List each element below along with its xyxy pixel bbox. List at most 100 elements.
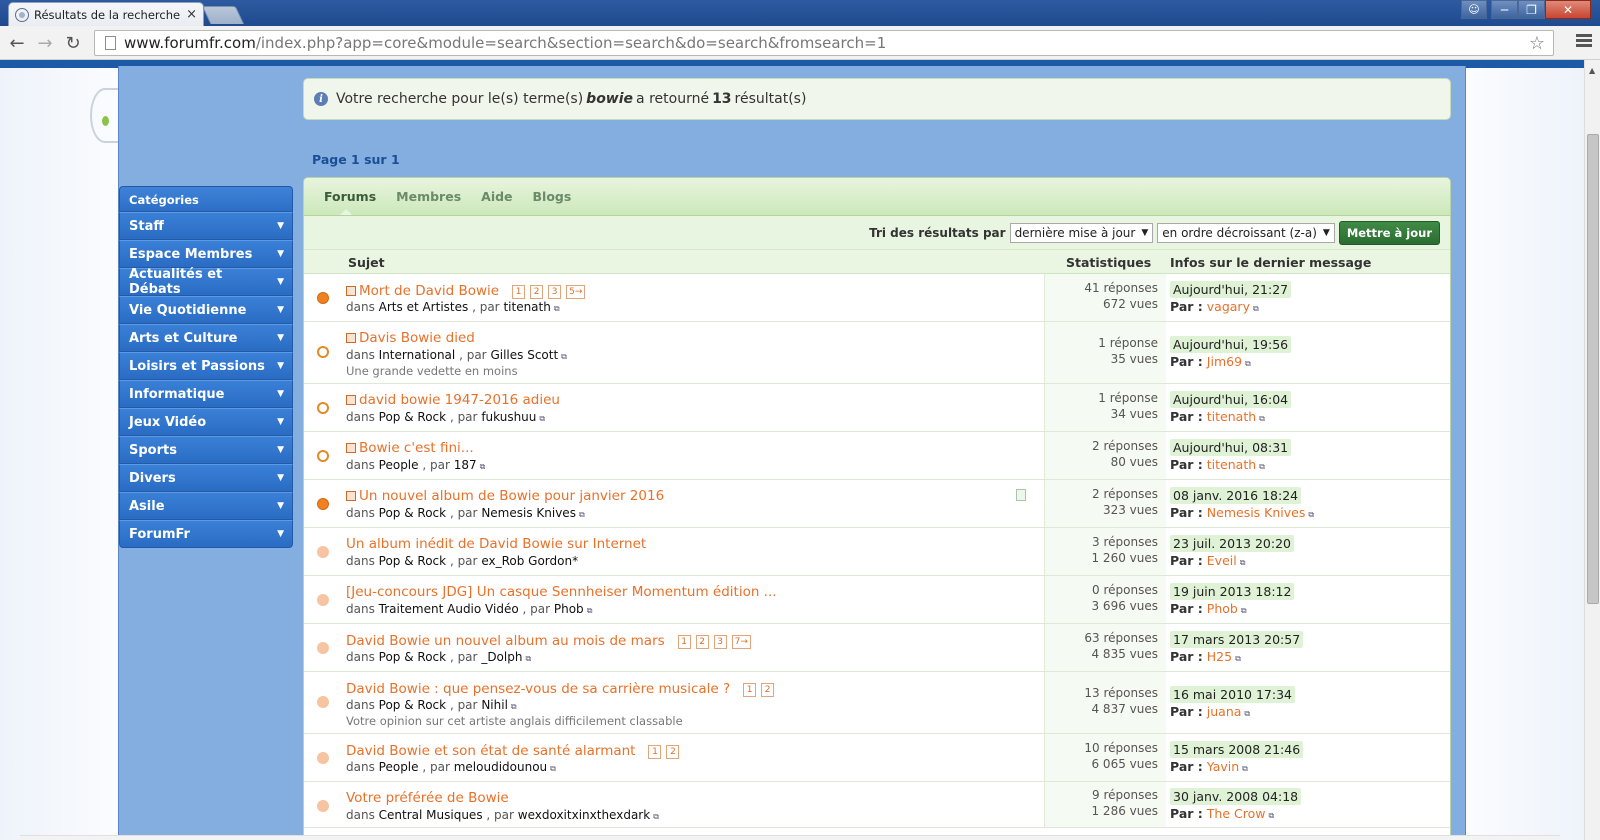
close-window-icon[interactable]: ✕ xyxy=(1545,0,1591,19)
bookmark-star-icon[interactable]: ☆ xyxy=(1529,33,1545,54)
forum-link[interactable]: Pop & Rock xyxy=(379,650,446,664)
profile-card-icon[interactable]: ⧉ xyxy=(480,462,486,471)
topic-link[interactable]: David Bowie et son état de santé alarman… xyxy=(346,743,635,759)
profile-card-icon[interactable]: ⧉ xyxy=(1268,811,1274,820)
profile-card-icon[interactable]: ⧉ xyxy=(539,414,545,423)
profile-card-icon[interactable]: ⧉ xyxy=(550,764,556,773)
sidebar-item-staff[interactable]: Staff ▼ xyxy=(119,212,293,240)
sidebar-item-forumfr[interactable]: ForumFr ▼ xyxy=(119,520,293,548)
forum-link[interactable]: People xyxy=(379,760,419,774)
page-link[interactable]: 2 xyxy=(761,683,775,697)
profile-card-icon[interactable]: ⧉ xyxy=(1259,414,1265,423)
topic-link[interactable]: Mort de David Bowie xyxy=(359,283,499,299)
restore-icon[interactable]: ❐ xyxy=(1518,0,1545,19)
forward-arrow-icon[interactable]: → xyxy=(34,32,56,54)
last-poster-link[interactable]: The Crow xyxy=(1207,806,1266,821)
topic-link[interactable]: David Bowie un nouvel album au mois de m… xyxy=(346,633,665,649)
back-arrow-icon[interactable]: ← xyxy=(6,32,28,54)
page-link[interactable]: 3 xyxy=(548,285,562,299)
author-link[interactable]: Gilles Scott xyxy=(490,348,558,362)
author-link[interactable]: wexdoxitxinxthexdark xyxy=(518,808,650,822)
profile-card-icon[interactable]: ⧉ xyxy=(554,304,560,313)
attachment-icon[interactable] xyxy=(1016,489,1026,501)
last-poster-link[interactable]: Eveil xyxy=(1207,553,1237,568)
horizontal-scrollbar[interactable] xyxy=(20,835,1560,840)
profile-card-icon[interactable]: ⧉ xyxy=(1241,606,1247,615)
profile-card-icon[interactable]: ⧉ xyxy=(525,654,531,663)
sidebar-item-arts-et-culture[interactable]: Arts et Culture ▼ xyxy=(119,324,293,352)
profile-card-icon[interactable]: ⧉ xyxy=(511,702,517,711)
browser-tab[interactable]: Résultats de la recherche - × xyxy=(8,2,204,26)
scrollbar-thumb[interactable] xyxy=(1587,134,1599,604)
forum-link[interactable]: Central Musiques xyxy=(379,808,483,822)
last-poster-link[interactable]: H25 xyxy=(1207,649,1232,664)
profile-card-icon[interactable]: ⧉ xyxy=(1242,764,1248,773)
topic-link[interactable]: Votre préférée de Bowie xyxy=(346,790,509,806)
forum-link[interactable]: Traitement Audio Vidéo xyxy=(379,602,519,616)
profile-card-icon[interactable]: ⧉ xyxy=(579,510,585,519)
site-logo[interactable] xyxy=(90,88,120,143)
sidebar-item-vie-quotidienne[interactable]: Vie Quotidienne ▼ xyxy=(119,296,293,324)
sort-order-select[interactable]: en ordre décroissant (z-a) ▼ xyxy=(1157,222,1335,243)
page-link[interactable]: 3 xyxy=(713,635,727,649)
profile-card-icon[interactable]: ⧉ xyxy=(653,812,659,821)
profile-card-icon[interactable]: ⧉ xyxy=(561,352,567,361)
address-bar[interactable]: www.forumfr.com/index.php?app=core&modul… xyxy=(94,30,1554,56)
page-link[interactable]: 5→ xyxy=(566,285,586,299)
page-link[interactable]: 1 xyxy=(648,745,662,759)
page-link[interactable]: 1 xyxy=(677,635,691,649)
vertical-scrollbar[interactable]: ▲ xyxy=(1584,60,1600,840)
last-poster-link[interactable]: juana xyxy=(1207,704,1242,719)
topic-link[interactable]: Un nouvel album de Bowie pour janvier 20… xyxy=(359,488,664,504)
last-poster-link[interactable]: Jim69 xyxy=(1207,354,1242,369)
page-link[interactable]: 7→ xyxy=(731,635,751,649)
sidebar-item-asile[interactable]: Asile ▼ xyxy=(119,492,293,520)
last-poster-link[interactable]: Nemesis Knives xyxy=(1207,505,1306,520)
forum-link[interactable]: Pop & Rock xyxy=(379,554,446,568)
sidebar-item-jeux-vid-o[interactable]: Jeux Vidéo ▼ xyxy=(119,408,293,436)
reload-icon[interactable]: ↻ xyxy=(62,32,84,54)
page-link[interactable]: 2 xyxy=(530,285,544,299)
tab-blogs[interactable]: Blogs xyxy=(533,189,572,204)
sort-field-select[interactable]: dernière mise à jour ▼ xyxy=(1009,222,1154,243)
sidebar-item-sports[interactable]: Sports ▼ xyxy=(119,436,293,464)
forum-link[interactable]: People xyxy=(379,458,419,472)
forum-link[interactable]: International xyxy=(379,348,456,362)
update-button[interactable]: Mettre à jour xyxy=(1338,220,1440,245)
topic-link[interactable]: Bowie c'est fini... xyxy=(359,440,474,456)
forum-link[interactable]: Pop & Rock xyxy=(379,410,446,424)
tab-aide[interactable]: Aide xyxy=(481,189,512,204)
author-link[interactable]: Nemesis Knives xyxy=(481,506,576,520)
author-link[interactable]: Nihil xyxy=(481,698,508,712)
author-link[interactable]: ex_Rob Gordon* xyxy=(481,554,578,568)
profile-card-icon[interactable]: ⧉ xyxy=(587,606,593,615)
page-link[interactable]: 1 xyxy=(512,285,526,299)
author-link[interactable]: titenath xyxy=(503,300,550,314)
forum-link[interactable]: Pop & Rock xyxy=(379,506,446,520)
page-link[interactable]: 1 xyxy=(743,683,757,697)
last-poster-link[interactable]: vagary xyxy=(1207,299,1250,314)
topic-link[interactable]: Un album inédit de David Bowie sur Inter… xyxy=(346,536,646,552)
forum-link[interactable]: Arts et Artistes xyxy=(379,300,469,314)
page-link[interactable]: 2 xyxy=(695,635,709,649)
minimize-icon[interactable]: ─ xyxy=(1491,0,1518,19)
sidebar-item-loisirs-et-passions[interactable]: Loisirs et Passions ▼ xyxy=(119,352,293,380)
topic-link[interactable]: david bowie 1947-2016 adieu xyxy=(359,392,560,408)
topic-link[interactable]: David Bowie : que pensez-vous de sa carr… xyxy=(346,681,730,697)
close-tab-icon[interactable]: × xyxy=(186,7,197,22)
profile-card-icon[interactable]: ⧉ xyxy=(1240,558,1246,567)
last-poster-link[interactable]: Phob xyxy=(1207,601,1238,616)
profile-card-icon[interactable]: ⧉ xyxy=(1253,304,1259,313)
author-link[interactable]: meloudidounou xyxy=(454,760,547,774)
sidebar-item-informatique[interactable]: Informatique ▼ xyxy=(119,380,293,408)
sidebar-item-actualit-s-et-d-bats[interactable]: Actualités et Débats ▼ xyxy=(119,267,293,297)
author-link[interactable]: Phob xyxy=(554,602,584,616)
sidebar-item-divers[interactable]: Divers ▼ xyxy=(119,464,293,492)
forum-link[interactable]: Pop & Rock xyxy=(379,698,446,712)
last-poster-link[interactable]: titenath xyxy=(1207,409,1256,424)
page-link[interactable]: 2 xyxy=(666,745,680,759)
topic-link[interactable]: [Jeu-concours JDG] Un casque Sennheiser … xyxy=(346,584,777,600)
browser-menu-icon[interactable] xyxy=(1576,34,1592,50)
user-profile-icon[interactable]: ☺ xyxy=(1461,0,1487,19)
tab-forums[interactable]: Forums xyxy=(324,189,376,215)
